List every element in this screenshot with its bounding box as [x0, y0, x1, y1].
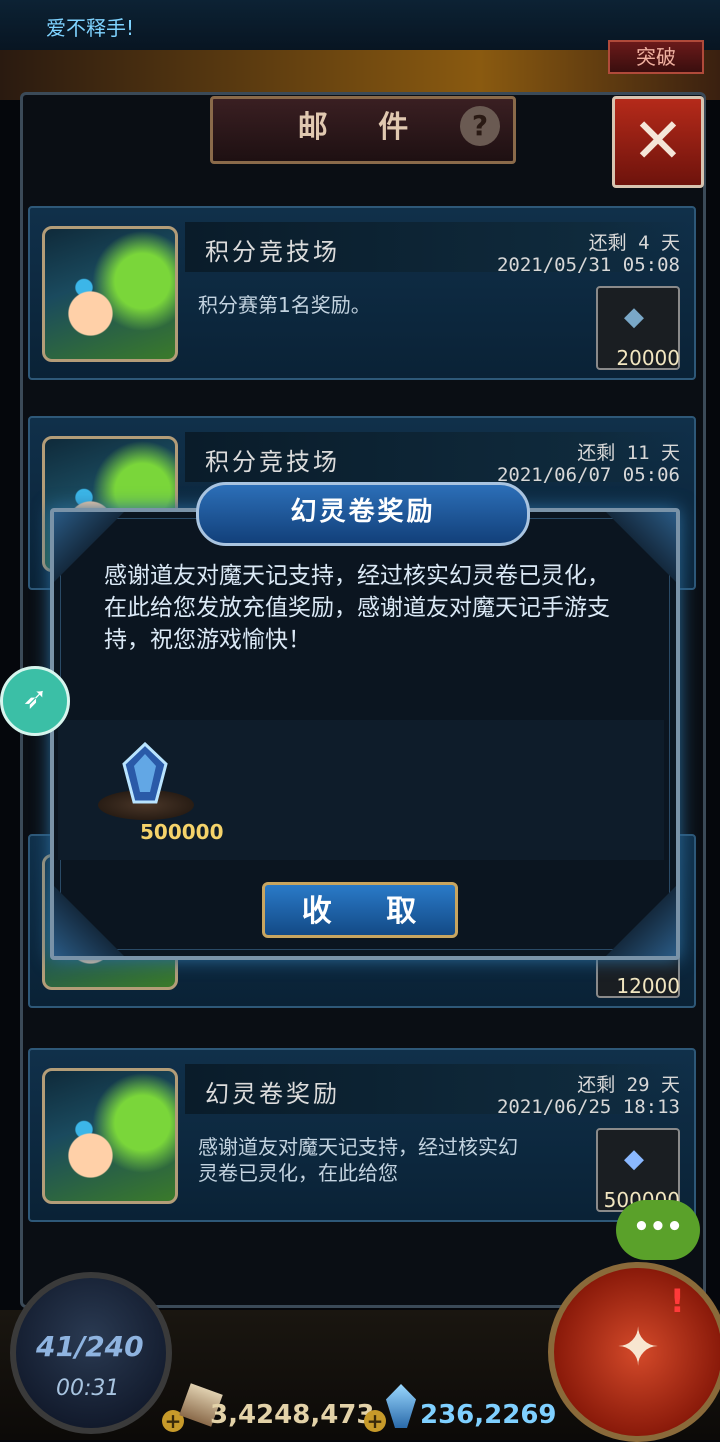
close-button[interactable]: ✕	[612, 96, 704, 188]
dialog-corner-ornament	[606, 512, 676, 582]
sender-avatar	[42, 1068, 178, 1204]
mail-preview: 感谢道友对魔天记支持，经过核实幻灵卷已灵化，在此给您	[198, 1135, 518, 1185]
mail-date: 2021/05/31 05:08	[496, 254, 680, 276]
mail-remaining-days: 还剩 29 天	[577, 1074, 680, 1096]
mail-title: 积分竞技场	[205, 238, 340, 266]
energy-timer: 00:31	[56, 1376, 120, 1401]
mail-item[interactable]: 积分竞技场 还剩 4 天 2021/05/31 05:08 积分赛第1名奖励。 …	[28, 206, 696, 380]
add-gem-icon[interactable]: +	[364, 1410, 386, 1432]
mail-remaining-days: 还剩 11 天	[577, 442, 680, 464]
dialog-corner-ornament	[54, 886, 124, 956]
reward-quantity: 12000	[616, 974, 680, 998]
mail-remaining-days: 还剩 4 天	[588, 232, 680, 254]
chat-icon[interactable]: •••	[616, 1200, 700, 1260]
gold-amount: 3,4248,473	[210, 1400, 375, 1430]
dialog-title: 幻灵卷奖励	[196, 482, 530, 546]
crystal-icon[interactable]	[120, 742, 170, 804]
mail-header: 幻灵卷奖励 还剩 29 天 2021/06/25 18:13	[185, 1064, 690, 1118]
mail-header: 积分竞技场 还剩 4 天 2021/05/31 05:08	[185, 222, 690, 276]
reward-quantity: 20000	[616, 346, 680, 370]
dialog-corner-ornament	[606, 886, 676, 956]
scroll-icon: ◆	[624, 302, 644, 332]
dialog-reward-quantity: 500000	[140, 820, 224, 844]
mail-title: 幻灵卷奖励	[205, 1080, 340, 1108]
mail-item[interactable]: 幻灵卷奖励 还剩 29 天 2021/06/25 18:13 感谢道友对魔天记支…	[28, 1048, 696, 1222]
compass-icon[interactable]: ✦	[548, 1262, 720, 1442]
energy-count: 41/240	[36, 1330, 144, 1363]
dialog-message: 感谢道友对魔天记支持，经过核实幻灵卷已灵化，在此给您发放充值奖励，感谢道友对魔天…	[104, 563, 610, 653]
close-icon: ✕	[632, 104, 684, 177]
alert-icon: !	[670, 1282, 685, 1320]
mail-title: 积分竞技场	[205, 448, 340, 476]
question-icon[interactable]: ?	[460, 106, 500, 146]
breakthrough-tag[interactable]: 突破	[608, 40, 704, 74]
mail-header: 积分竞技场 还剩 11 天 2021/06/07 05:06	[185, 432, 690, 486]
gem-amount: 236,2269	[420, 1400, 557, 1430]
crystal-icon: ◆	[624, 1144, 644, 1174]
marquee-text: 爱不释手!	[46, 16, 135, 40]
sender-avatar	[42, 226, 178, 362]
mail-preview: 积分赛第1名奖励。	[198, 293, 371, 317]
mail-date: 2021/06/07 05:06	[496, 464, 680, 486]
rocket-icon[interactable]: ➶	[0, 666, 70, 736]
reward-slot[interactable]: ◆ 20000	[596, 286, 680, 370]
claim-button[interactable]: 收 取	[262, 882, 458, 938]
mail-date: 2021/06/25 18:13	[496, 1096, 680, 1118]
